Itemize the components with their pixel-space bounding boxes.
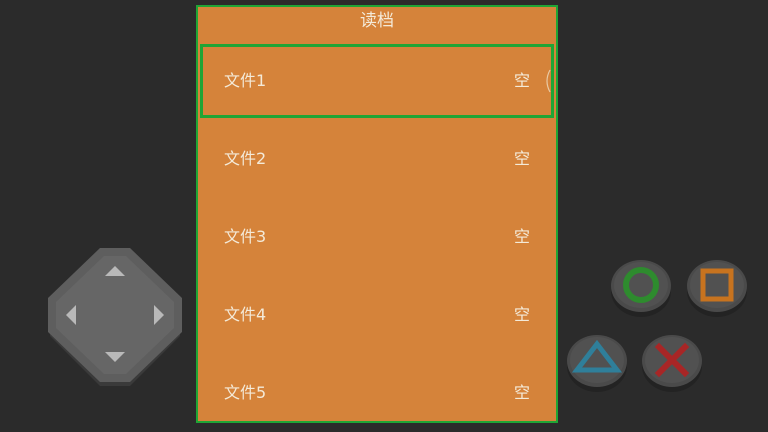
slot-name: 文件1 (224, 71, 267, 90)
cross-button[interactable] (640, 330, 704, 394)
square-button[interactable] (685, 255, 749, 319)
slot-name: 文件2 (224, 149, 267, 168)
slot-status: 空 (513, 305, 530, 324)
save-slot-3[interactable]: 文件3 空 (200, 200, 554, 274)
save-slot-4[interactable]: 文件4 空 (200, 278, 554, 352)
scroll-indicator-icon (546, 69, 551, 93)
load-game-panel: 读档 文件1 空 文件2 空 文件3 空 文件4 空 文件5 空 (196, 5, 558, 423)
slot-name: 文件3 (224, 227, 267, 246)
save-slot-1[interactable]: 文件1 空 (200, 44, 554, 118)
game-screen: 读档 文件1 空 文件2 空 文件3 空 文件4 空 文件5 空 (0, 0, 768, 432)
triangle-button[interactable] (565, 330, 629, 394)
save-slot-2[interactable]: 文件2 空 (200, 122, 554, 196)
circle-button[interactable] (609, 255, 673, 319)
slot-status: 空 (513, 149, 530, 168)
slot-status: 空 (513, 71, 530, 90)
slot-name: 文件4 (224, 305, 267, 324)
slot-status: 空 (513, 383, 530, 402)
slot-name: 文件5 (224, 383, 267, 402)
dpad-icon[interactable] (44, 246, 186, 392)
panel-title: 读档 (360, 11, 394, 31)
slot-status: 空 (513, 227, 530, 246)
save-slot-5[interactable]: 文件5 空 (200, 356, 554, 430)
